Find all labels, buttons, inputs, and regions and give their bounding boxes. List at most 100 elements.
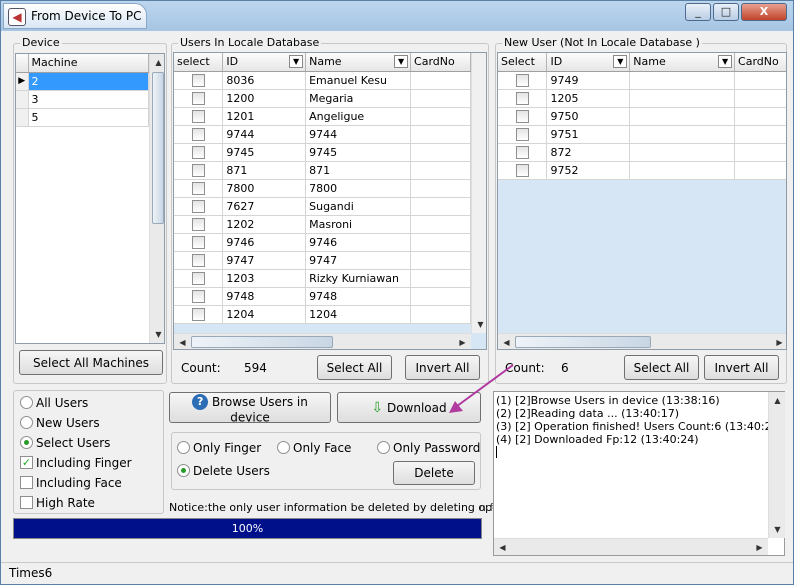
- table-row[interactable]: 1202 Masroni: [174, 215, 471, 234]
- including-face-checkbox[interactable]: Including Face: [20, 475, 122, 490]
- close-button[interactable]: X: [741, 3, 787, 21]
- row-select-cell[interactable]: [174, 233, 224, 252]
- log-panel[interactable]: (1) [2]Browse Users in device (13:38:16)…: [493, 391, 785, 556]
- device-cell[interactable]: 2: [28, 72, 149, 91]
- dropdown-arrow-icon[interactable]: ▼: [394, 55, 409, 68]
- table-row[interactable]: 9745 9745: [174, 143, 471, 162]
- table-row[interactable]: 9744 9744: [174, 125, 471, 144]
- checkbox-icon[interactable]: [191, 271, 205, 285]
- scroll-left-icon[interactable]: ◀: [174, 334, 191, 349]
- scroll-thumb[interactable]: [152, 72, 164, 224]
- column-header-cardno[interactable]: CardNo: [410, 53, 471, 72]
- column-header-id[interactable]: ID ▼: [546, 53, 631, 72]
- select-users-radio[interactable]: Select Users: [20, 435, 110, 450]
- row-select-cell[interactable]: [174, 215, 224, 234]
- table-row[interactable]: 5: [16, 108, 149, 127]
- table-row[interactable]: 9748 9748: [174, 287, 471, 306]
- checkbox-icon[interactable]: [515, 109, 529, 123]
- only-finger-radio[interactable]: Only Finger: [177, 440, 261, 455]
- row-select-cell[interactable]: [174, 89, 224, 108]
- table-row[interactable]: ▶ 2: [16, 72, 149, 91]
- checkbox-icon[interactable]: [191, 181, 205, 195]
- maximize-button[interactable]: □: [713, 3, 739, 21]
- checkbox-icon[interactable]: [191, 199, 205, 213]
- row-select-cell[interactable]: [174, 143, 224, 162]
- table-row[interactable]: 8036 Emanuel Kesu: [174, 71, 471, 90]
- table-row[interactable]: 9749: [498, 71, 786, 90]
- column-header-name[interactable]: Name ▼: [305, 53, 412, 72]
- checkbox-icon[interactable]: [515, 163, 529, 177]
- checkbox-icon[interactable]: [191, 235, 205, 249]
- only-password-radio[interactable]: Only Password: [377, 440, 480, 455]
- checkbox-icon[interactable]: [515, 73, 529, 87]
- column-header-cardno[interactable]: CardNo: [734, 53, 786, 72]
- new-users-radio[interactable]: New Users: [20, 415, 100, 430]
- checkbox-icon[interactable]: [515, 127, 529, 141]
- device-cell[interactable]: 3: [28, 90, 149, 109]
- dropdown-arrow-icon[interactable]: ▼: [613, 55, 628, 68]
- row-select-cell[interactable]: [174, 107, 224, 126]
- scroll-left-icon[interactable]: ◀: [498, 334, 515, 349]
- table-row[interactable]: 9750: [498, 107, 786, 126]
- delete-button[interactable]: Delete: [393, 461, 475, 485]
- row-select-cell[interactable]: [174, 71, 224, 90]
- new-select-all-button[interactable]: Select All: [624, 355, 699, 380]
- row-select-cell[interactable]: [174, 197, 224, 216]
- table-row[interactable]: 7627 Sugandi: [174, 197, 471, 216]
- row-select-cell[interactable]: [174, 179, 224, 198]
- only-face-radio[interactable]: Only Face: [277, 440, 351, 455]
- table-row[interactable]: 9752: [498, 161, 786, 180]
- row-select-cell[interactable]: [498, 71, 548, 90]
- checkbox-icon[interactable]: [191, 217, 205, 231]
- local-select-all-button[interactable]: Select All: [317, 355, 392, 380]
- scroll-right-icon[interactable]: ▶: [454, 334, 471, 349]
- row-select-cell[interactable]: [174, 251, 224, 270]
- table-row[interactable]: 7800 7800: [174, 179, 471, 198]
- table-row[interactable]: 3: [16, 90, 149, 109]
- checkbox-icon[interactable]: [191, 307, 205, 321]
- browse-users-button[interactable]: ? Browse Users in device: [169, 392, 331, 425]
- checkbox-icon[interactable]: [515, 91, 529, 105]
- scroll-right-icon[interactable]: ▶: [771, 334, 786, 349]
- row-select-cell[interactable]: [174, 161, 224, 180]
- checkbox-icon[interactable]: [515, 145, 529, 159]
- new-invert-all-button[interactable]: Invert All: [704, 355, 779, 380]
- table-row[interactable]: 1201 Angeligue: [174, 107, 471, 126]
- row-select-cell[interactable]: [498, 89, 548, 108]
- scroll-down-icon[interactable]: ▼: [150, 326, 164, 343]
- table-row[interactable]: 871 871: [174, 161, 471, 180]
- row-select-cell[interactable]: [174, 305, 224, 324]
- scroll-down-icon[interactable]: ▼: [472, 316, 486, 333]
- row-select-cell[interactable]: [174, 125, 224, 144]
- local-users-hscroll[interactable]: ◀ ▶: [174, 333, 471, 349]
- log-vscroll[interactable]: ▲ ▼: [768, 392, 785, 538]
- scroll-left-icon[interactable]: ◀: [494, 539, 511, 556]
- including-finger-checkbox[interactable]: ✓ Including Finger: [20, 455, 132, 470]
- table-row[interactable]: 9747 9747: [174, 251, 471, 270]
- minimize-button[interactable]: _: [685, 3, 711, 21]
- column-header-machine[interactable]: Machine: [28, 54, 149, 73]
- row-select-cell[interactable]: [498, 143, 548, 162]
- table-row[interactable]: 1200 Megaria: [174, 89, 471, 108]
- scroll-thumb[interactable]: [191, 336, 333, 348]
- checkbox-icon[interactable]: [191, 73, 205, 87]
- log-hscroll[interactable]: ◀ ▶: [494, 538, 768, 555]
- checkbox-icon[interactable]: [191, 253, 205, 267]
- column-header-name[interactable]: Name ▼: [629, 53, 736, 72]
- table-row[interactable]: 9746 9746: [174, 233, 471, 252]
- device-cell[interactable]: 5: [28, 108, 149, 127]
- new-users-hscroll[interactable]: ◀ ▶: [498, 333, 786, 349]
- row-select-cell[interactable]: [498, 125, 548, 144]
- table-row[interactable]: 9751: [498, 125, 786, 144]
- checkbox-icon[interactable]: [191, 163, 205, 177]
- checkbox-icon[interactable]: [191, 145, 205, 159]
- row-select-cell[interactable]: [174, 287, 224, 306]
- select-all-machines-button[interactable]: Select All Machines: [19, 350, 163, 375]
- scroll-up-icon[interactable]: ▲: [769, 392, 786, 409]
- local-users-vscroll[interactable]: ▼: [471, 53, 486, 333]
- scroll-up-icon[interactable]: ▲: [150, 54, 164, 71]
- checkbox-icon[interactable]: [191, 289, 205, 303]
- table-row[interactable]: 1205: [498, 89, 786, 108]
- table-row[interactable]: 1204 1204: [174, 305, 471, 324]
- table-row[interactable]: 872: [498, 143, 786, 162]
